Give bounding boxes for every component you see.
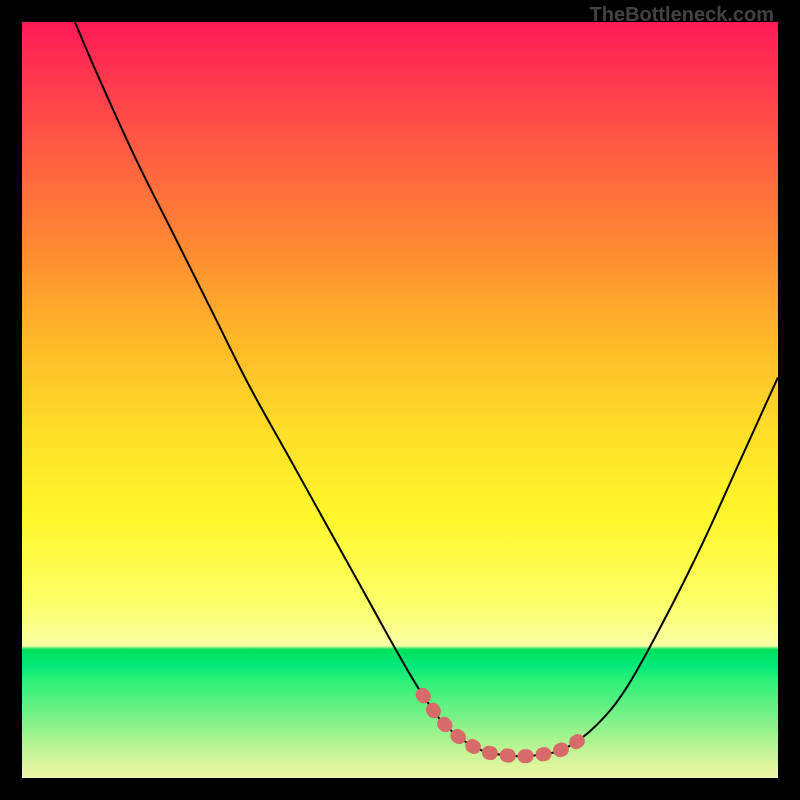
attribution-text: TheBottleneck.com [590,4,774,27]
chart-svg [22,22,778,778]
bottleneck-curve [75,22,778,756]
optimal-range-highlight [423,695,589,757]
plot-area [22,22,778,778]
chart-container: TheBottleneck.com [0,0,800,800]
